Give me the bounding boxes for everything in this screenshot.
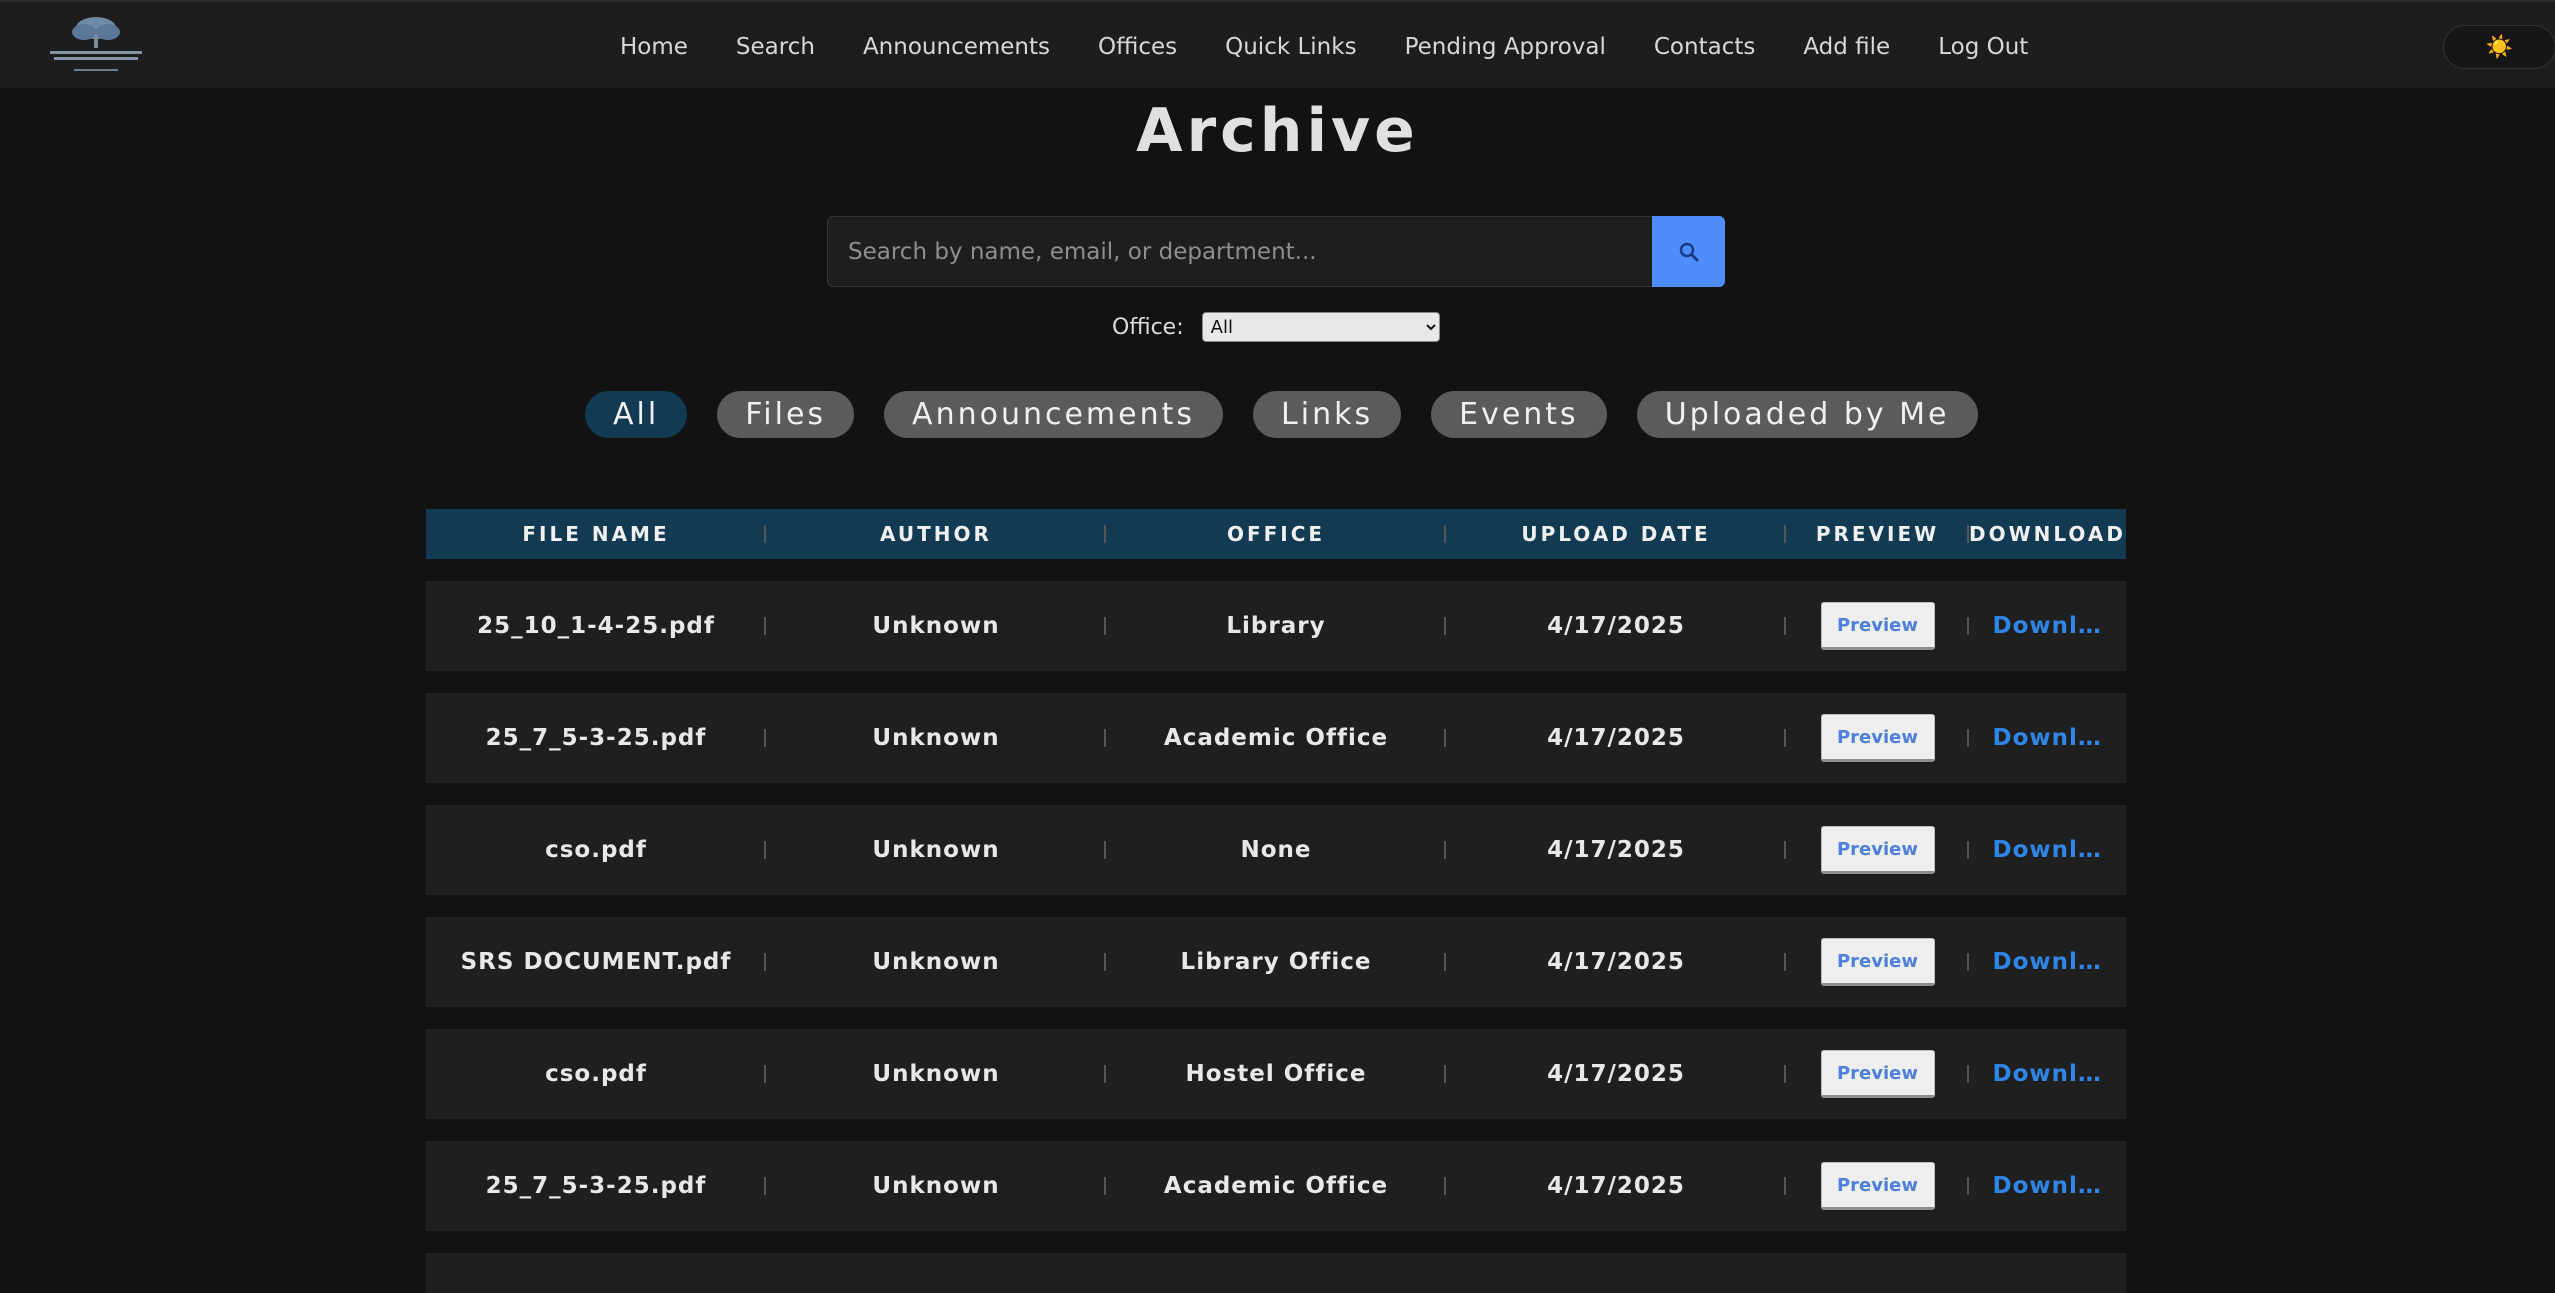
- header-preview: PREVIEW: [1786, 509, 1969, 559]
- table-header: FILE NAME AUTHOR OFFICE UPLOAD DATE PREV…: [426, 509, 2126, 559]
- cell-upload-date: 4/17/2025: [1446, 1029, 1786, 1119]
- preview-button[interactable]: Preview: [1820, 602, 1935, 650]
- cell-upload-date: 4/17/2025: [1446, 805, 1786, 895]
- filter-events[interactable]: Events: [1431, 391, 1607, 438]
- cell-preview: Preview: [1786, 693, 1969, 783]
- cell-file-name: SRS DOCUMENT.pdf: [426, 917, 766, 1007]
- filter-all[interactable]: All: [585, 391, 688, 438]
- cell-file-name: 25_10_1-4-25.pdf: [426, 581, 766, 671]
- table-row-partial: [426, 1253, 2126, 1293]
- cell-author: Unknown: [766, 693, 1106, 783]
- cell-office: Academic Office: [1106, 693, 1446, 783]
- cell-author: Unknown: [766, 1029, 1106, 1119]
- filter-uploaded-by-me[interactable]: Uploaded by Me: [1636, 391, 1978, 438]
- cell-file-name: 25_7_5-3-25.pdf: [426, 693, 766, 783]
- nav-quick-links[interactable]: Quick Links: [1225, 34, 1356, 60]
- institute-logo[interactable]: [44, 14, 148, 76]
- filter-announcements[interactable]: Announcements: [884, 391, 1224, 438]
- table-row: 25_10_1-4-25.pdf Unknown Library 4/17/20…: [426, 581, 2126, 671]
- table-row: 25_7_5-3-25.pdf Unknown Academic Office …: [426, 693, 2126, 783]
- cell-preview: Preview: [1786, 1029, 1969, 1119]
- cell-office: Academic Office: [1106, 1141, 1446, 1231]
- header-download: DOWNLOAD: [1969, 522, 2126, 546]
- navbar: Home Search Announcements Offices Quick …: [0, 0, 2555, 89]
- sun-icon: ☀️: [2485, 34, 2514, 60]
- search-button[interactable]: [1652, 216, 1725, 287]
- cell-download: Download: [1969, 693, 2126, 783]
- preview-button[interactable]: Preview: [1820, 938, 1935, 986]
- cell-author: Unknown: [766, 805, 1106, 895]
- preview-button[interactable]: Preview: [1820, 1162, 1935, 1210]
- cell-upload-date: 4/17/2025: [1446, 917, 1786, 1007]
- search-bar: [827, 216, 1725, 287]
- cell-file-name: 25_7_5-3-25.pdf: [426, 1141, 766, 1231]
- nav-links: Home Search Announcements Offices Quick …: [620, 2, 2028, 91]
- office-filter-label: Office:: [1112, 314, 1184, 340]
- cell-file-name: cso.pdf: [426, 805, 766, 895]
- cell-file-name: cso.pdf: [426, 1029, 766, 1119]
- table-row: SRS DOCUMENT.pdf Unknown Library Office …: [426, 917, 2126, 1007]
- header-file-name[interactable]: FILE NAME: [426, 509, 766, 559]
- header-author[interactable]: AUTHOR: [766, 509, 1106, 559]
- page-title: Archive: [1136, 96, 1419, 166]
- nav-home[interactable]: Home: [620, 34, 688, 60]
- nav-search[interactable]: Search: [736, 34, 815, 60]
- cell-office: Library Office: [1106, 917, 1446, 1007]
- table-row: cso.pdf Unknown Hostel Office 4/17/2025 …: [426, 1029, 2126, 1119]
- cell-download: Download: [1969, 1029, 2126, 1119]
- nav-pending-approval[interactable]: Pending Approval: [1405, 34, 1606, 60]
- cell-upload-date: 4/17/2025: [1446, 1141, 1786, 1231]
- nav-contacts[interactable]: Contacts: [1654, 34, 1755, 60]
- filter-links[interactable]: Links: [1253, 391, 1402, 438]
- archive-table: FILE NAME AUTHOR OFFICE UPLOAD DATE PREV…: [426, 509, 2126, 1293]
- cell-preview: Preview: [1786, 581, 1969, 671]
- cell-download: Download: [1969, 581, 2126, 671]
- cell-author: Unknown: [766, 581, 1106, 671]
- cell-office: Hostel Office: [1106, 1029, 1446, 1119]
- cell-upload-date: 4/17/2025: [1446, 693, 1786, 783]
- cell-author: Unknown: [766, 917, 1106, 1007]
- cell-download: Download: [1969, 1141, 2126, 1231]
- cell-upload-date: 4/17/2025: [1446, 581, 1786, 671]
- search-icon: [1679, 242, 1698, 261]
- cell-preview: Preview: [1786, 1141, 1969, 1231]
- download-link[interactable]: Download: [1993, 1173, 2103, 1199]
- table-row: cso.pdf Unknown None 4/17/2025 Preview D…: [426, 805, 2126, 895]
- cell-author: Unknown: [766, 1141, 1106, 1231]
- header-upload-date[interactable]: UPLOAD DATE: [1446, 509, 1786, 559]
- download-link[interactable]: Download: [1993, 837, 2103, 863]
- cell-download: Download: [1969, 805, 2126, 895]
- preview-button[interactable]: Preview: [1820, 826, 1935, 874]
- office-filter: Office: All: [1112, 311, 1440, 343]
- download-link[interactable]: Download: [1993, 725, 2103, 751]
- cell-preview: Preview: [1786, 805, 1969, 895]
- cell-office: None: [1106, 805, 1446, 895]
- preview-button[interactable]: Preview: [1820, 714, 1935, 762]
- nav-announcements[interactable]: Announcements: [863, 34, 1050, 60]
- preview-button[interactable]: Preview: [1820, 1050, 1935, 1098]
- theme-toggle-button[interactable]: ☀️: [2443, 25, 2555, 69]
- cell-download: Download: [1969, 917, 2126, 1007]
- filter-files[interactable]: Files: [717, 391, 855, 438]
- nav-log-out[interactable]: Log Out: [1938, 34, 2028, 60]
- header-office[interactable]: OFFICE: [1106, 509, 1446, 559]
- office-select[interactable]: All: [1201, 312, 1440, 342]
- download-link[interactable]: Download: [1993, 1061, 2103, 1087]
- download-link[interactable]: Download: [1993, 613, 2103, 639]
- table-row: 25_7_5-3-25.pdf Unknown Academic Office …: [426, 1141, 2126, 1231]
- tree-logo-icon: [50, 17, 142, 71]
- cell-office: Library: [1106, 581, 1446, 671]
- filter-tabs: All Files Announcements Links Events Upl…: [585, 391, 1978, 438]
- download-link[interactable]: Download: [1993, 949, 2103, 975]
- nav-offices[interactable]: Offices: [1098, 34, 1177, 60]
- nav-add-file[interactable]: Add file: [1803, 34, 1890, 60]
- cell-preview: Preview: [1786, 917, 1969, 1007]
- search-input[interactable]: [827, 216, 1652, 287]
